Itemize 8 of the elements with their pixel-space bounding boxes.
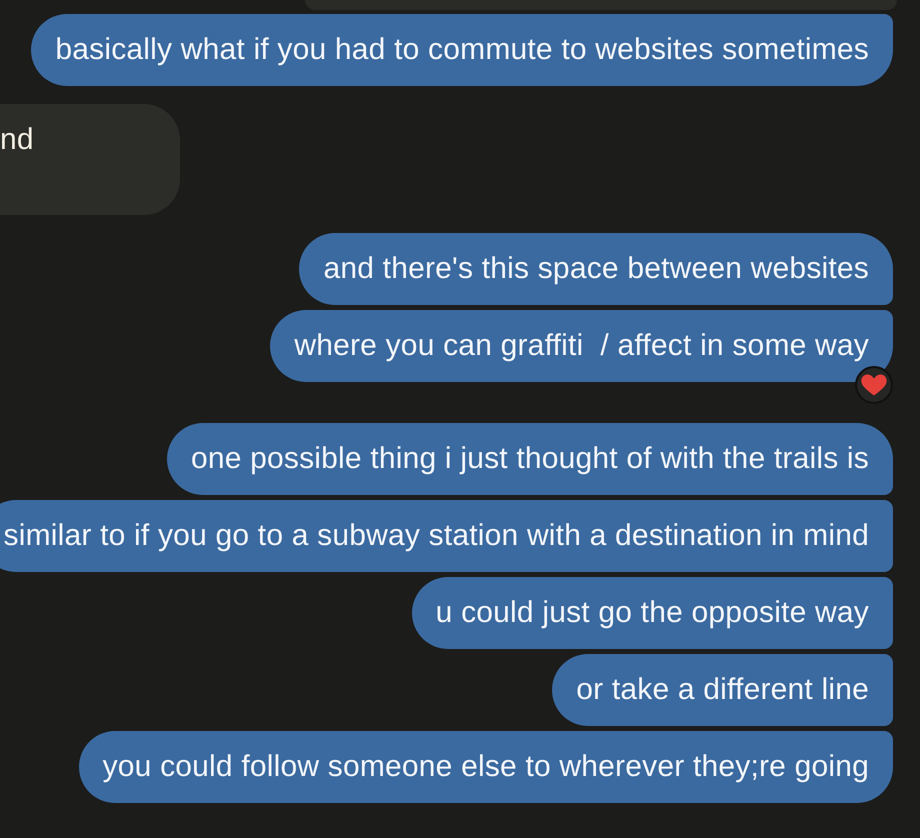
message-bubble: similar to if you go to a subway station with a destination in mind bbox=[0, 500, 893, 572]
message-bubble: or take a different line bbox=[552, 654, 893, 726]
message-bubble: basically what if you had to commute to websites sometimes bbox=[31, 14, 893, 86]
message-bubble: you could follow someone else to wherever they;re going bbox=[78, 731, 893, 803]
message-bubble: and there's this space between websites bbox=[299, 233, 893, 305]
message-bubble: one possible thing i just thought of with the trails is bbox=[166, 423, 893, 495]
message-bubble: u could just go the opposite way bbox=[412, 577, 893, 649]
message-bubble: nd bbox=[0, 104, 180, 215]
